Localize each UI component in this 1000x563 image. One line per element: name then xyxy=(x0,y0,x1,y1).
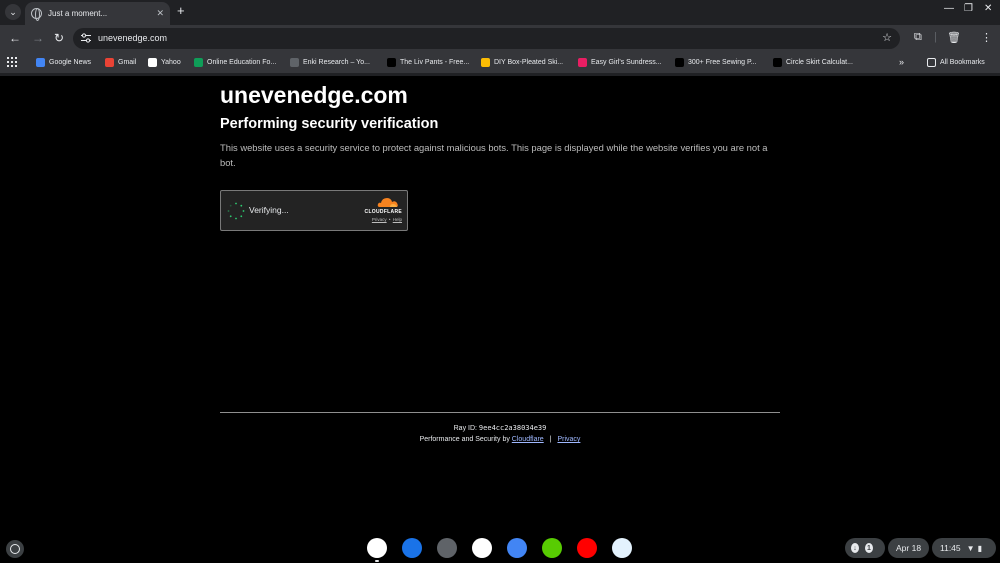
duolingo-icon[interactable] xyxy=(542,538,562,558)
all-bookmarks-label: All Bookmarks xyxy=(940,59,985,66)
bookmark-label: Online Education Fo... xyxy=(207,59,277,66)
enki-icon xyxy=(290,58,299,67)
launcher-icon[interactable] xyxy=(6,540,24,558)
bookmark-item[interactable]: Yahoo xyxy=(148,58,181,67)
wifi-icon: ▼ xyxy=(966,543,975,553)
apps-icon[interactable] xyxy=(7,57,17,67)
widget-links: Privacy • Help xyxy=(372,217,402,222)
pattern-icon xyxy=(773,58,782,67)
bookmark-star-icon[interactable]: ☆ xyxy=(882,31,892,44)
footer-divider xyxy=(220,412,780,413)
bookmark-item[interactable]: Circle Skirt Calculat... xyxy=(773,58,853,67)
privacy-link[interactable]: Privacy xyxy=(557,436,580,443)
chrome-icon[interactable] xyxy=(367,538,387,558)
tab-active[interactable]: Just a moment... ✕ xyxy=(25,2,170,25)
page-heading: Performing security verification xyxy=(220,116,439,132)
files-icon[interactable] xyxy=(402,538,422,558)
date-display[interactable]: Apr 18 xyxy=(888,538,930,558)
bookmark-label: DIY Box-Pleated Ski... xyxy=(494,59,564,66)
performance-prefix: Performance and Security by xyxy=(419,436,510,443)
all-bookmarks-button[interactable]: All Bookmarks xyxy=(927,58,985,67)
folder-icon xyxy=(927,58,936,67)
google-news-icon xyxy=(36,58,45,67)
os-shelf: ↓ 1 Apr 18 11:45 ▼ ▮ xyxy=(0,532,1000,563)
gmail-icon xyxy=(105,58,114,67)
bookmark-label: The Liv Pants - Free... xyxy=(400,59,470,66)
education-icon xyxy=(194,58,203,67)
address-bar[interactable]: unevenedge.com ☆ xyxy=(73,28,900,49)
widget-help-link[interactable]: Help xyxy=(393,217,402,222)
bookmark-item[interactable]: Online Education Fo... xyxy=(194,58,276,67)
restore-icon[interactable]: ❐ xyxy=(964,3,973,14)
site-info-icon[interactable] xyxy=(81,33,91,43)
globe-icon xyxy=(31,8,42,21)
menu-icon[interactable]: ⋮ xyxy=(981,31,992,44)
bookmark-item[interactable]: 300+ Free Sewing P... xyxy=(675,58,757,67)
page-description: This website uses a security service to … xyxy=(220,142,768,168)
notification-tray[interactable]: ↓ 1 xyxy=(845,538,885,558)
tab-search-icon[interactable]: ⌄ xyxy=(5,4,21,20)
back-icon[interactable]: ← xyxy=(9,31,21,45)
reload-icon[interactable]: ↻ xyxy=(54,31,64,45)
youtube-icon[interactable] xyxy=(577,538,597,558)
widget-privacy-link[interactable]: Privacy xyxy=(372,217,387,222)
url-text: unevenedge.com xyxy=(98,33,168,43)
bookmark-label: 300+ Free Sewing P... xyxy=(688,59,757,66)
browser-chrome: ⌄ Just a moment... ✕ + — ❐ ✕ ← → ↻ uneve… xyxy=(0,0,1000,76)
running-indicator xyxy=(375,560,379,562)
bookmark-item[interactable]: Gmail xyxy=(105,58,136,67)
yahoo-icon xyxy=(148,58,157,67)
turnstile-widget[interactable]: Verifying... CLOUDFLARE Privacy • Help xyxy=(220,190,408,231)
clock: 11:45 xyxy=(940,543,961,553)
close-window-icon[interactable]: ✕ xyxy=(984,3,992,14)
calendar-icon[interactable] xyxy=(472,538,492,558)
bookmark-item[interactable]: Easy Girl's Sundress... xyxy=(578,58,662,67)
bookmark-label: Easy Girl's Sundress... xyxy=(591,59,662,66)
notification-count: 1 xyxy=(865,543,873,553)
ray-id-label: Ray ID: xyxy=(453,425,477,432)
diy-icon xyxy=(481,58,490,67)
bookmark-label: Google News xyxy=(49,59,92,66)
widget-link-separator: • xyxy=(388,217,391,222)
battery-icon: ▮ xyxy=(977,543,982,553)
bookmark-label: Gmail xyxy=(118,59,137,66)
tab-strip: ⌄ Just a moment... ✕ + — ❐ ✕ xyxy=(0,0,1000,25)
bookmark-label: Enki Research – Yo... xyxy=(303,59,370,66)
pattern-icon xyxy=(387,58,396,67)
tab-close-icon[interactable]: ✕ xyxy=(156,8,164,19)
cloudflare-link[interactable]: Cloudflare xyxy=(512,436,544,443)
toolbar-divider: | xyxy=(934,31,937,43)
bookmark-item[interactable]: The Liv Pants - Free... xyxy=(387,58,469,67)
new-tab-button[interactable]: + xyxy=(177,3,185,18)
minimize-icon[interactable]: — xyxy=(944,3,954,14)
cloudflare-logo-icon xyxy=(377,198,398,207)
bookmark-item[interactable]: DIY Box-Pleated Ski... xyxy=(481,58,563,67)
cloudflare-brand: CLOUDFLARE xyxy=(364,209,402,215)
status-tray[interactable]: 11:45 ▼ ▮ xyxy=(932,538,996,558)
bookmark-item[interactable]: Enki Research – Yo... xyxy=(290,58,370,67)
settings-icon[interactable] xyxy=(437,538,457,558)
toolbar: ← → ↻ unevenedge.com ☆ ⧉ | 🗑 ⋮ xyxy=(0,25,1000,52)
ray-id: Ray ID: 9ee4cc2a38034e39 xyxy=(220,424,780,432)
site-title: unevenedge.com xyxy=(220,82,408,108)
bookmarks-overflow-icon[interactable]: » xyxy=(899,57,904,67)
footer-pipe: | xyxy=(549,436,552,443)
forward-icon[interactable]: → xyxy=(32,31,44,45)
s-icon xyxy=(578,58,587,67)
trash-icon[interactable]: 🗑 xyxy=(947,31,961,44)
web-app-icon[interactable] xyxy=(612,538,632,558)
download-icon: ↓ xyxy=(851,543,859,553)
extensions-icon[interactable]: ⧉ xyxy=(914,31,922,44)
ray-id-value: 9ee4cc2a38034e39 xyxy=(478,424,547,432)
verifying-status: Verifying... xyxy=(249,205,289,215)
bookmark-item[interactable]: Google News xyxy=(36,58,91,67)
bookmark-label: Circle Skirt Calculat... xyxy=(786,59,853,66)
pattern-icon xyxy=(675,58,684,67)
docs-icon[interactable] xyxy=(507,538,527,558)
bookmark-label: Yahoo xyxy=(161,59,181,66)
tab-title: Just a moment... xyxy=(48,9,108,18)
performance-line: Performance and Security by Cloudflare |… xyxy=(220,436,780,443)
spinner-icon xyxy=(227,202,245,220)
